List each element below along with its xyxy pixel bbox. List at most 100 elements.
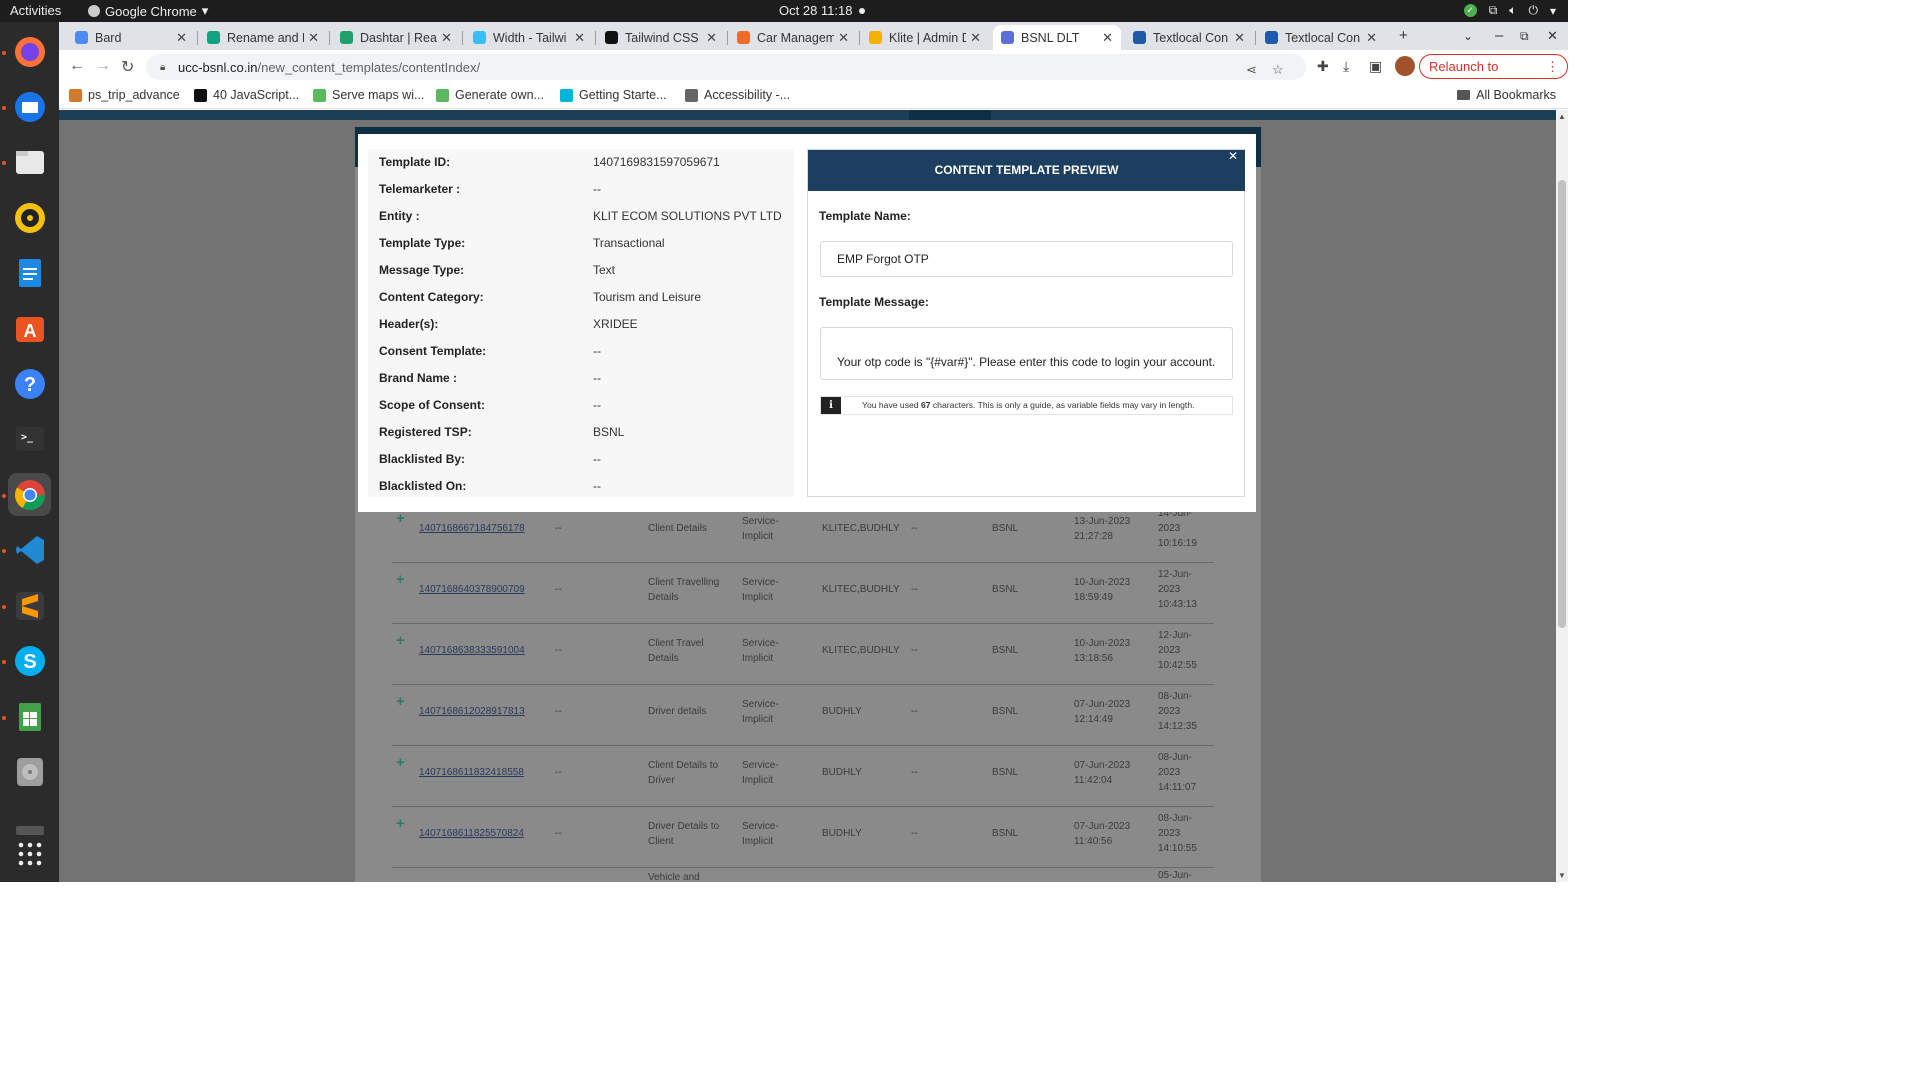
calc-icon[interactable]: [8, 695, 51, 738]
bookmarks-bar: All Bookmarks ps_trip_advance 40 JavaScri…: [59, 83, 1568, 109]
bookmark-item[interactable]: Serve maps wi...: [313, 88, 424, 102]
browser-tab[interactable]: Tailwind CSS R ✕: [597, 25, 725, 50]
page-scrollbar[interactable]: ▲ ▼: [1556, 110, 1568, 882]
maximize-icon[interactable]: ⧉: [1520, 29, 1529, 44]
tab-close-icon[interactable]: ✕: [1234, 30, 1245, 46]
browser-tab[interactable]: Width - Tailwi ✕: [465, 25, 593, 50]
vscode-icon[interactable]: [8, 528, 51, 571]
svg-text:A: A: [23, 321, 36, 341]
caret-down-icon: ▾: [201, 3, 209, 18]
template-id-link[interactable]: 1407168638333591004: [419, 643, 525, 658]
expand-row-icon[interactable]: +: [396, 572, 405, 587]
update-check-icon[interactable]: ✓: [1463, 4, 1477, 17]
category-cell: Implicit: [742, 592, 774, 603]
power-icon[interactable]: ⏻: [1528, 3, 1538, 18]
window-close-icon[interactable]: ✕: [1547, 28, 1558, 44]
tab-close-icon[interactable]: ✕: [838, 30, 849, 46]
extensions-icon[interactable]: ✚: [1317, 58, 1329, 75]
more-menu-icon[interactable]: ⋮: [1546, 55, 1559, 78]
bookmark-item[interactable]: Generate own...: [436, 88, 544, 102]
expand-row-icon[interactable]: +: [396, 816, 405, 831]
consent-cell: --: [911, 584, 918, 595]
share-icon[interactable]: ⋖: [1246, 62, 1257, 78]
clock[interactable]: Oct 28 11:18: [779, 3, 852, 18]
system-tray[interactable]: ✓ ⧉ 🔈︎ ⏻ ▾: [1463, 3, 1556, 18]
software-center-icon[interactable]: A: [8, 306, 51, 349]
lock-icon[interactable]: 🔒︎: [160, 62, 170, 73]
browser-tab[interactable]: Textlocal Con ✕: [1257, 25, 1385, 50]
tab-close-icon[interactable]: ✕: [308, 30, 319, 46]
tab-favicon-icon: [1133, 31, 1146, 44]
tab-close-icon[interactable]: ✕: [441, 30, 452, 46]
tab-close-icon[interactable]: ✕: [176, 30, 187, 46]
activities-button[interactable]: Activities: [10, 3, 61, 18]
app-menu[interactable]: Google Chrome ▾: [88, 3, 208, 19]
files-icon[interactable]: [8, 140, 51, 183]
help-icon[interactable]: ?: [8, 362, 51, 405]
side-panel-icon[interactable]: ▣: [1369, 58, 1382, 75]
browser-tab[interactable]: Rename and M ✕: [199, 25, 327, 50]
expand-row-icon[interactable]: +: [396, 633, 405, 648]
bookmark-item[interactable]: 40 JavaScript...: [194, 88, 299, 102]
bookmark-item[interactable]: Accessibility -...: [685, 88, 790, 102]
table-row: +1407168640378900709 -- KLITEC,BUDHLY -- BSN…: [392, 563, 1214, 624]
tab-favicon-icon: [340, 31, 353, 44]
template-name-cell: Vehicle and: [648, 872, 700, 882]
chrome-icon[interactable]: [8, 473, 51, 516]
volume-icon[interactable]: 🔈︎: [1509, 3, 1516, 18]
browser-tab[interactable]: Textlocal Con ✕: [1125, 25, 1253, 50]
all-bookmarks-button[interactable]: All Bookmarks: [1457, 88, 1556, 102]
updated-cell: 08-Jun-: [1158, 813, 1192, 824]
tray-caret-icon[interactable]: ▾: [1550, 4, 1556, 18]
firefox-icon[interactable]: [8, 30, 51, 73]
browser-tab[interactable]: Dashtar | Reac ✕: [332, 25, 460, 50]
sublime-icon[interactable]: [8, 584, 51, 627]
rhythmbox-icon[interactable]: [8, 196, 51, 239]
bookmark-item[interactable]: Getting Starte...: [560, 88, 667, 102]
expand-row-icon[interactable]: +: [396, 755, 405, 770]
skype-icon[interactable]: S: [8, 639, 51, 682]
tab-close-icon[interactable]: ✕: [1366, 30, 1377, 46]
forward-icon[interactable]: →: [95, 57, 111, 75]
bookmark-item[interactable]: ps_trip_advance: [69, 88, 180, 102]
minimize-icon[interactable]: –: [1495, 27, 1503, 44]
close-icon[interactable]: ✕: [1228, 150, 1240, 162]
tab-close-icon[interactable]: ✕: [706, 30, 717, 46]
network-icon[interactable]: ⧉: [1489, 3, 1498, 18]
terminal-icon[interactable]: >_: [8, 417, 51, 460]
scroll-thumb[interactable]: [1558, 180, 1566, 628]
tab-search-icon[interactable]: ⌄: [1463, 29, 1473, 43]
table-row: +1407168611832418558 -- BUDHLY -- BSNL Client…: [392, 746, 1214, 807]
relaunch-button[interactable]: Relaunch to update⋮: [1419, 54, 1568, 97]
profile-avatar[interactable]: [1395, 56, 1415, 76]
download-icon[interactable]: ⤓: [1343, 58, 1349, 75]
template-id-link[interactable]: 1407168667184756178: [419, 521, 525, 536]
scroll-down-icon[interactable]: ▼: [1558, 871, 1566, 880]
expand-row-icon[interactable]: +: [396, 511, 405, 526]
template-id-link[interactable]: 1407168640378900709: [419, 582, 525, 597]
browser-tab[interactable]: Car Managem ✕: [729, 25, 857, 50]
template-name-field[interactable]: EMP Forgot OTP: [820, 241, 1233, 277]
bookmark-star-icon[interactable]: ☆: [1272, 62, 1284, 78]
back-icon[interactable]: ←: [69, 57, 85, 75]
template-message-field[interactable]: Your otp code is "{#var#}". Please enter…: [820, 327, 1233, 380]
browser-tab[interactable]: Klite | Admin D ✕: [861, 25, 989, 50]
expand-row-icon[interactable]: +: [396, 694, 405, 709]
writer-icon[interactable]: [8, 251, 51, 294]
tab-close-icon[interactable]: ✕: [1102, 30, 1113, 46]
reload-icon[interactable]: ↻: [121, 57, 134, 77]
active-nav-item[interactable]: [909, 110, 991, 120]
template-id-link[interactable]: 1407168611825570824: [419, 826, 524, 841]
browser-tab[interactable]: BSNL DLT ✕: [993, 25, 1121, 50]
tab-close-icon[interactable]: ✕: [970, 30, 981, 46]
show-apps-icon[interactable]: [8, 832, 51, 875]
address-bar[interactable]: 🔒︎ ucc-bsnl.co.in/new_content_templates/…: [146, 54, 1306, 80]
thunderbird-icon[interactable]: [8, 85, 51, 128]
new-tab-icon[interactable]: +: [1399, 27, 1408, 44]
template-id-link[interactable]: 1407168611832418558: [419, 765, 524, 780]
template-id-link[interactable]: 1407168612028917813: [419, 704, 525, 719]
disk-icon[interactable]: [8, 750, 51, 793]
scroll-up-icon[interactable]: ▲: [1558, 112, 1566, 121]
browser-tab[interactable]: Bard ✕: [67, 25, 195, 50]
tab-close-icon[interactable]: ✕: [574, 30, 585, 46]
